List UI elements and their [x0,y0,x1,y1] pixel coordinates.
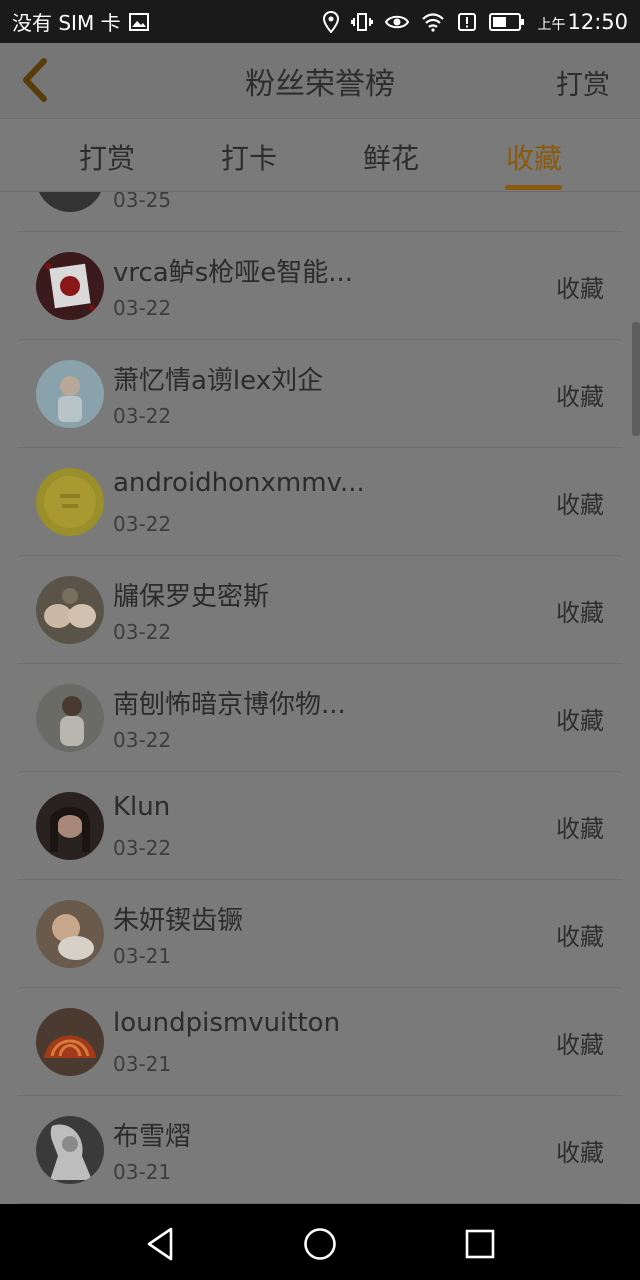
square-recents-icon [465,1229,495,1259]
avatar [36,360,104,428]
list-item-date: 03-22 [113,620,172,644]
carrier-label: 没有 SIM 卡 [12,11,121,35]
active-tab-indicator [505,185,562,190]
list-item[interactable]: 南刨怖暗京博你物... 03-22 收藏 [18,664,622,772]
system-nav-bar [0,1204,640,1280]
list-item[interactable]: loundpismvuitton 03-21 收藏 [18,988,622,1096]
tab-bar: 打赏 打卡 鲜花 收藏 [0,118,640,192]
scrollbar[interactable] [632,322,640,436]
image-icon [128,12,149,31]
triangle-back-icon [147,1227,173,1261]
favorite-label: 收藏 [556,383,604,411]
list-item[interactable]: vrca鲈s枪哑e智能... 03-22 收藏 [18,232,622,340]
list-item-date: 03-21 [113,1052,172,1076]
avatar [36,684,104,752]
favorite-label: 收藏 [556,707,604,735]
avatar [36,1008,104,1076]
avatar [36,468,104,536]
favorite-label: 收藏 [556,275,604,303]
tab-flowers[interactable]: 鲜花 [363,137,419,177]
page-title: 粉丝荣誉榜 [245,66,395,102]
home-nav-button[interactable] [300,1224,340,1264]
list-item-name: 牖保罗史密斯 [113,582,270,612]
vibrate-icon [351,12,374,32]
chevron-left-icon [23,58,47,102]
list-item[interactable]: 布雪熠 03-21 收藏 [18,1096,622,1204]
wifi-icon [421,12,445,32]
list-item[interactable]: 牖保罗史密斯 03-22 收藏 [18,556,622,664]
list-item-date: 03-22 [113,296,172,320]
list-item-name: vrca鲈s枪哑e智能... [113,258,354,288]
avatar [36,900,104,968]
favorite-label: 收藏 [556,815,604,843]
back-nav-button[interactable] [140,1224,180,1264]
list-item-date: 03-25 [113,192,172,212]
eye-icon [385,13,410,31]
fan-list: 03-25 vrca鲈s枪哑e智能... 03-22 收藏 萧忆情a谫lex刘企… [0,192,640,1204]
list-item-date: 03-22 [113,728,172,752]
header-bar: 粉丝荣誉榜 打赏 [0,43,640,118]
list-item-name: 朱妍锲齿镢 [113,906,244,936]
back-button[interactable] [18,57,50,103]
battery-icon [489,12,525,31]
avatar [36,792,104,860]
favorite-label: 收藏 [556,1139,604,1167]
list-item-partial[interactable]: 03-25 [18,192,622,232]
list-item-date: 03-22 [113,836,172,860]
avatar [36,1116,104,1184]
list-item-name: loundpismvuitton [113,1008,341,1038]
list-item-date: 03-22 [113,404,172,428]
tab-checkin[interactable]: 打卡 [221,137,277,177]
favorite-label: 收藏 [556,923,604,951]
tab-favorites[interactable]: 收藏 [506,137,562,177]
status-time: 上午12:50 [537,9,628,34]
list-item-name: 南刨怖暗京博你物... [113,690,346,720]
recents-nav-button[interactable] [460,1224,500,1264]
avatar [36,252,104,320]
list-item[interactable]: 朱妍锲齿镢 03-21 收藏 [18,880,622,988]
circle-home-icon [304,1228,336,1260]
status-bar: 没有 SIM 卡 上午12:50 [0,0,640,43]
list-item-name: 萧忆情a谫lex刘企 [113,366,324,396]
favorite-label: 收藏 [556,1031,604,1059]
tab-reward[interactable]: 打赏 [79,137,135,177]
list-item-name: androidhonxmmv... [113,468,365,498]
list-item-name: Klun [113,792,171,822]
list-item[interactable]: Klun 03-22 收藏 [18,772,622,880]
avatar [36,576,104,644]
list-item-date: 03-21 [113,944,172,968]
reward-button[interactable]: 打赏 [556,63,610,102]
avatar [36,192,104,212]
list-item-date: 03-22 [113,512,172,536]
list-item[interactable]: 萧忆情a谫lex刘企 03-22 收藏 [18,340,622,448]
location-icon [323,10,340,33]
list-item[interactable]: androidhonxmmv... 03-22 收藏 [18,448,622,556]
alert-icon [457,12,477,32]
list-item-date: 03-21 [113,1160,172,1184]
favorite-label: 收藏 [556,491,604,519]
favorite-label: 收藏 [556,599,604,627]
list-item-name: 布雪熠 [113,1122,192,1152]
